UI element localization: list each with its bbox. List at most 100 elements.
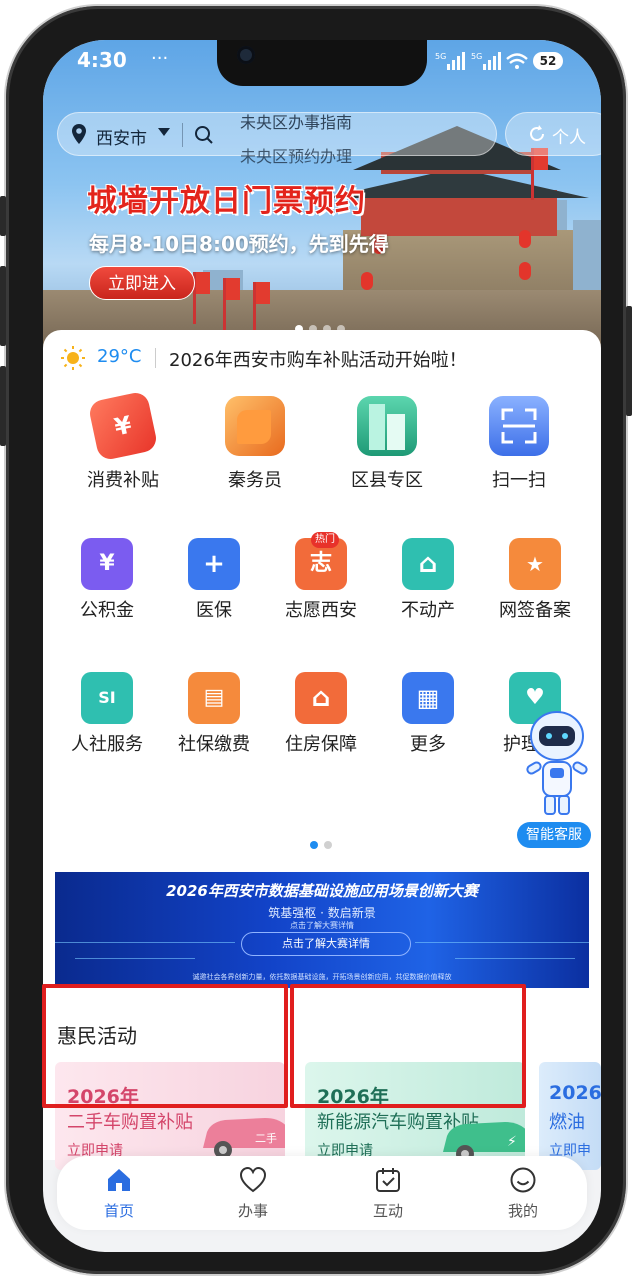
tab-label: 互动 (372, 1202, 403, 1220)
banner-title: 城墙开放日门票预约 (87, 184, 366, 219)
heart-icon (239, 1166, 267, 1193)
service-qin-wu-yuan[interactable]: 秦务员 (195, 386, 315, 506)
status-time: 4:30 (77, 48, 127, 72)
status-dots: ··· (151, 48, 169, 69)
search-hint-next: 未央区预约办理 (240, 147, 353, 166)
service-real-estate[interactable]: ⌂ 不动产 (378, 538, 478, 638)
tab-label: 首页 (103, 1202, 134, 1220)
service-more[interactable]: ▦ 更多 (378, 672, 478, 772)
service-consumption-subsidy[interactable]: ¥ 消费补贴 (63, 386, 183, 506)
id-card-icon: ▤ (188, 672, 240, 724)
refresh-icon (530, 125, 544, 141)
tab-services[interactable]: 办事 (203, 1166, 303, 1222)
service-social-security[interactable]: SI 人社服务 (57, 672, 157, 772)
tab-label: 我的 (507, 1202, 538, 1220)
fund-icon: ¥ (81, 538, 133, 590)
service-label: 区县专区 (351, 470, 423, 491)
volume-up-button (0, 266, 6, 346)
promo-details-button[interactable]: 点击了解大赛详情 (241, 932, 411, 956)
building-icon (357, 396, 417, 456)
city-selector[interactable]: 西安市 (96, 124, 147, 149)
grid-pager (310, 834, 338, 853)
service-district-zone[interactable]: 区县专区 (327, 386, 447, 506)
search-hint[interactable]: 未央区办事指南 (240, 109, 352, 133)
svg-text:5G: 5G (435, 52, 446, 61)
divider (182, 123, 183, 147)
promo-title: 2026年西安市数据基础设施应用场景创新大赛 (166, 882, 478, 900)
activity-year: 2026 (549, 1082, 601, 1104)
banner-subtitle: 每月8-10日8:00预约，先到先得 (89, 232, 389, 256)
power-button (626, 306, 632, 416)
service-label: 社保缴费 (178, 734, 250, 755)
temperature: 29°C (97, 346, 142, 367)
pager-dot (310, 841, 318, 849)
service-label: 志愿西安 (285, 600, 357, 621)
svg-text:⚡: ⚡ (507, 1134, 517, 1150)
coupon-icon: ¥ (87, 390, 159, 462)
tab-home[interactable]: 首页 (69, 1166, 169, 1222)
service-label: 公积金 (80, 600, 134, 621)
home-icon (108, 1169, 130, 1191)
activity-title: 二手车购置补贴 (67, 1112, 193, 1133)
tab-mine[interactable]: 我的 (473, 1166, 573, 1222)
hero-banner[interactable]: 4:30 ··· 5G 5G 52 西安市 未央区办事指南 未央区预约办理 个人… (43, 40, 601, 360)
smile-icon (510, 1167, 536, 1193)
smart-service-button[interactable]: 智能客服 (517, 822, 591, 848)
location-pin-icon (72, 124, 86, 144)
competition-promo-banner[interactable]: 2026年西安市数据基础设施应用场景创新大赛 筑基强枢 · 数启新景 点击了解大… (55, 872, 589, 988)
service-housing-security[interactable]: ⌂ 住房保障 (271, 672, 371, 772)
service-label: 扫一扫 (492, 470, 546, 491)
promo-footer: 诚邀社会各界创新力量，依托数据基础设施，开拓场景创新应用，共促数据价值释放 (192, 973, 452, 981)
grid-icon: ▦ (402, 672, 454, 724)
service-medical-insurance[interactable]: + 医保 (164, 538, 264, 638)
weather-notice-bar[interactable]: 29°C 2026年西安市购车补贴活动开始啦！ (59, 344, 589, 374)
service-contract-filing[interactable]: ★ 网签备案 (485, 538, 585, 638)
personal-label: 个人 (552, 128, 586, 148)
mute-switch (0, 196, 6, 236)
service-social-insurance-payment[interactable]: ▤ 社保缴费 (164, 672, 264, 772)
signal-wifi-icon: 5G 5G (435, 52, 528, 70)
contract-icon: ★ (509, 538, 561, 590)
camera-icon (237, 46, 255, 64)
bottom-tab-bar: 首页 办事 互动 我的 (57, 1156, 587, 1230)
personal-switch-button[interactable]: 个人 (505, 112, 601, 156)
highlight-box-used-car (42, 984, 288, 1108)
dynamic-island (217, 40, 427, 86)
banner-enter-button[interactable]: 立即进入 (89, 266, 195, 300)
search-icon[interactable] (194, 125, 214, 145)
service-label: 医保 (196, 600, 232, 621)
activity-fuel-car-subsidy[interactable]: 2026 燃油 立即申 (539, 1062, 601, 1170)
volume-down-button (0, 366, 6, 446)
highlight-box-new-energy (290, 984, 526, 1108)
social-security-icon: SI (81, 672, 133, 724)
service-volunteer-xian[interactable]: 志 热门 志愿西安 (271, 532, 371, 638)
notice-text[interactable]: 2026年西安市购车补贴活动开始啦！ (169, 346, 467, 372)
tab-interaction[interactable]: 互动 (338, 1166, 438, 1222)
service-housing-fund[interactable]: ¥ 公积金 (57, 538, 157, 638)
car-icon: 二手 (203, 1118, 285, 1159)
service-label: 人社服务 (71, 734, 143, 755)
qin-logo-icon (225, 396, 285, 456)
scan-icon (489, 396, 549, 456)
activity-title: 燃油 (549, 1112, 585, 1133)
service-scan[interactable]: 扫一扫 (459, 386, 579, 506)
svg-text:二手: 二手 (255, 1131, 277, 1145)
promo-subtitle: 筑基强枢 · 数启新景 (268, 906, 376, 920)
housing-icon: ⌂ (295, 672, 347, 724)
service-label: 住房保障 (285, 734, 357, 755)
calendar-check-icon (376, 1168, 400, 1192)
robot-assistant-icon[interactable] (517, 706, 597, 836)
service-label: 消费补贴 (87, 470, 159, 491)
pager-dot (324, 841, 332, 849)
location-search-bar: 西安市 未央区办事指南 未央区预约办理 (57, 109, 497, 166)
promo-hint: 点击了解大赛详情 (290, 921, 354, 930)
service-label: 不动产 (401, 600, 455, 621)
medical-icon: + (188, 538, 240, 590)
battery-indicator: 52 (533, 52, 563, 70)
service-label: 秦务员 (228, 470, 282, 491)
sun-icon (61, 346, 85, 370)
service-label: 网签备案 (499, 600, 571, 621)
house-icon: ⌂ (402, 538, 454, 590)
svg-text:5G: 5G (471, 52, 482, 61)
divider (155, 348, 156, 368)
